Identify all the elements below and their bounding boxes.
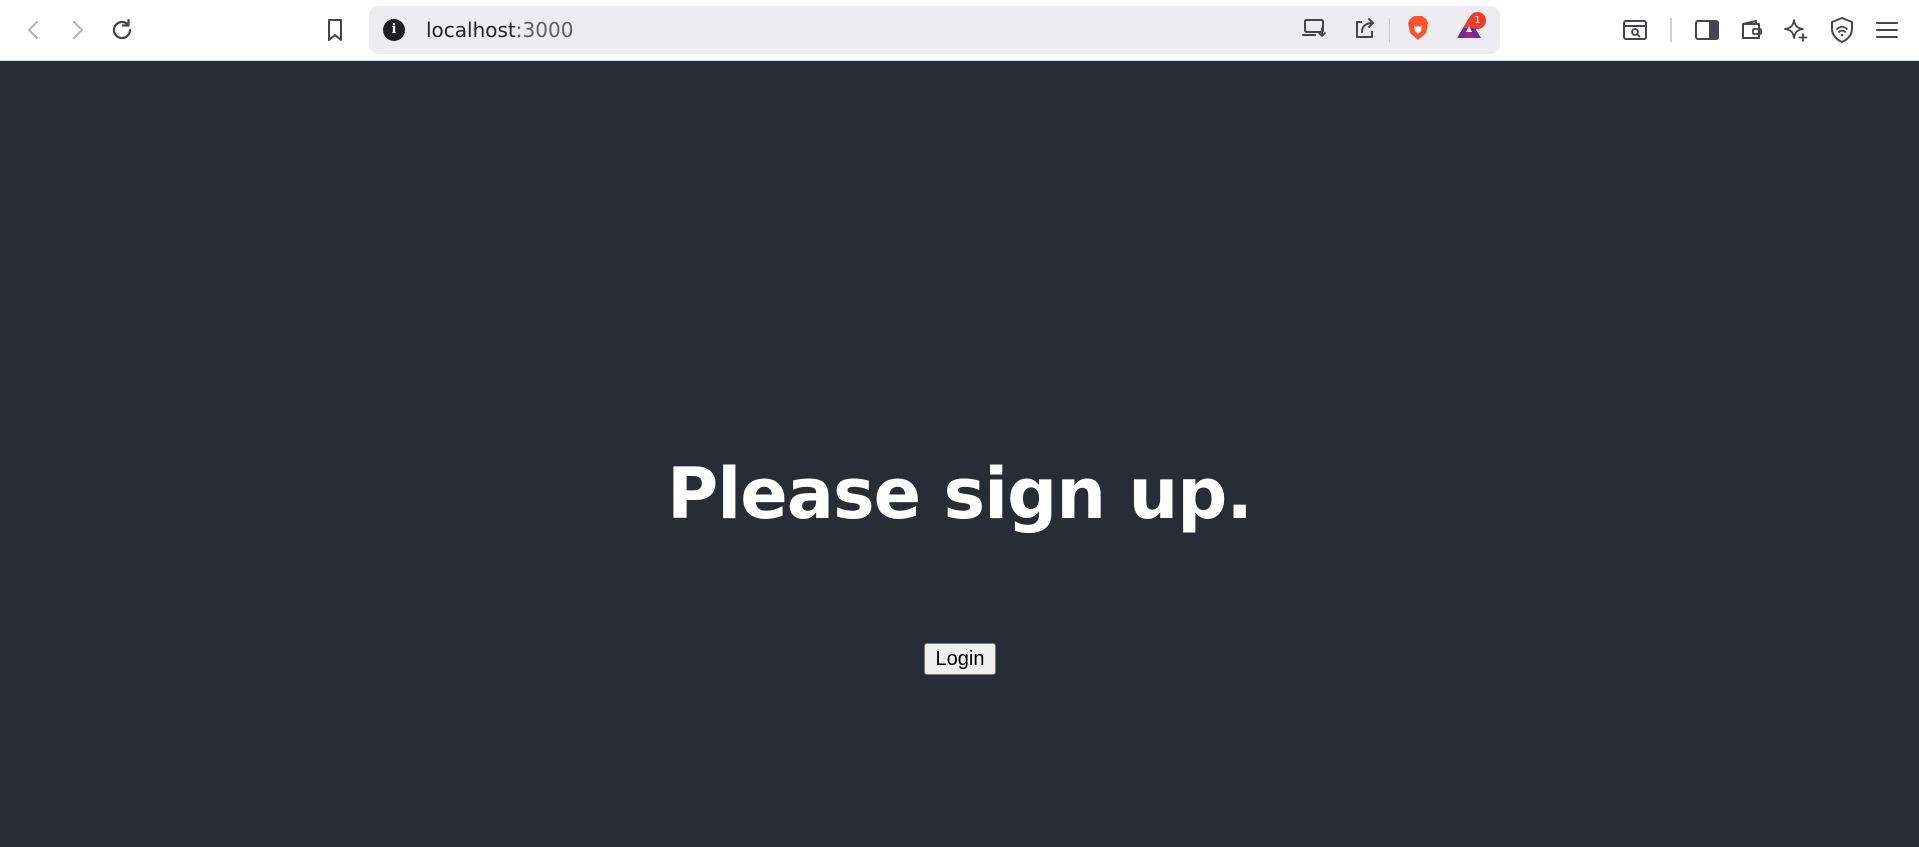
address-bar[interactable]: i localhost:3000 1 [369,6,1500,54]
tab-search-icon [1622,18,1648,42]
back-arrow-icon [23,19,45,41]
forward-button[interactable] [58,12,96,48]
vpn-shield-icon [1829,16,1855,44]
login-button[interactable]: Login [924,643,996,675]
back-button[interactable] [15,12,53,48]
brave-lion-icon [1405,14,1431,47]
info-icon[interactable]: i [383,19,405,41]
wallet-button[interactable] [1733,12,1771,48]
url-text[interactable]: localhost:3000 [426,6,573,54]
url-host: localhost [426,18,516,42]
leo-ai-icon [1783,17,1809,43]
tab-search-button[interactable] [1616,12,1654,48]
leo-ai-button[interactable] [1777,12,1815,48]
install-app-icon [1302,17,1328,44]
toolbar-separator [1670,18,1672,42]
main-menu-button[interactable] [1868,12,1906,48]
forward-arrow-icon [66,19,88,41]
sidebar-button[interactable] [1688,12,1726,48]
reload-button[interactable] [103,12,141,48]
share-icon [1352,16,1378,45]
brave-shields-button[interactable] [1401,14,1435,46]
sidebar-icon [1694,18,1720,42]
page-heading: Please sign up. [666,453,1253,535]
hamburger-menu-icon [1874,18,1900,42]
rewards-badge: 1 [1469,12,1486,29]
bookmark-icon [324,17,346,43]
share-button[interactable] [1348,14,1382,46]
install-app-button[interactable] [1298,14,1332,46]
browser-toolbar: i localhost:3000 1 [0,0,1919,61]
reload-icon [109,17,135,43]
address-bar-separator [1389,18,1390,42]
wallet-icon [1739,18,1765,42]
bookmark-button[interactable] [316,12,354,48]
vpn-button[interactable] [1823,12,1861,48]
brave-rewards-button[interactable]: 1 [1452,12,1486,46]
url-port: :3000 [515,18,574,42]
